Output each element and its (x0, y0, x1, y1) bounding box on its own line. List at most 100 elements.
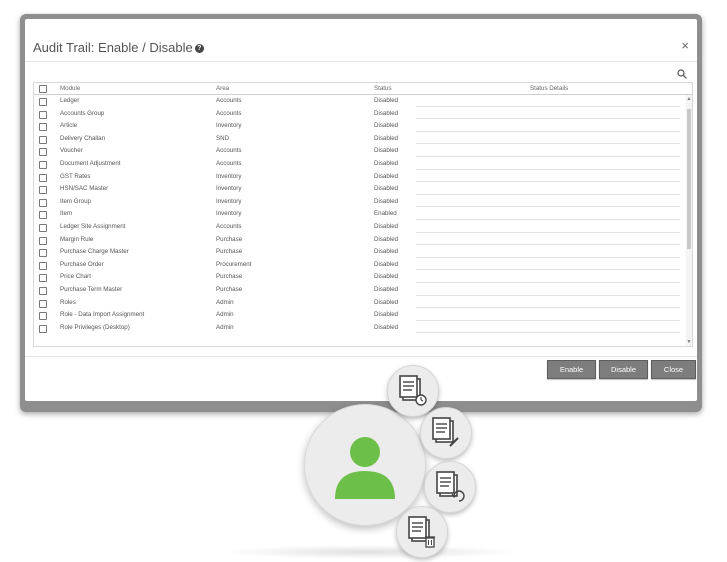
cell-module: Role - Data Import Assignment (60, 311, 145, 319)
close-button[interactable]: Close (651, 360, 696, 379)
cell-area: Inventory (216, 172, 242, 180)
cell-module: Role Privileges (Desktop) (60, 323, 130, 331)
cell-status-details (416, 281, 680, 283)
table-row[interactable]: Document Adjustment Accounts Disabled (34, 158, 692, 171)
dialog-title-bar: Audit Trail: Enable / Disable? × (25, 19, 697, 59)
table-row[interactable]: Purchase Charge Master Purchase Disabled (34, 246, 692, 259)
cell-area: Admin (216, 311, 234, 319)
cell-status-details (416, 206, 680, 208)
row-checkbox[interactable] (39, 98, 47, 106)
table-row[interactable]: Delivery Challan SND Disabled (34, 133, 692, 146)
table-row[interactable]: Purchase Term Master Purchase Disabled (34, 284, 692, 297)
cell-status-details (416, 193, 680, 195)
cell-area: Accounts (216, 159, 242, 167)
cell-status: Disabled (374, 273, 399, 281)
question-circle-icon[interactable]: ? (194, 44, 204, 53)
cell-status-details (416, 269, 680, 271)
cell-area: Accounts (216, 109, 242, 117)
footer-divider (25, 356, 697, 357)
table-row[interactable]: Article Inventory Disabled (34, 120, 692, 133)
cell-status: Disabled (374, 159, 399, 167)
cell-status: Disabled (374, 285, 399, 293)
cell-area: Inventory (216, 185, 242, 193)
cell-status-details (416, 231, 680, 233)
table-row[interactable]: Ledger Site Assignment Accounts Disabled (34, 221, 692, 234)
document-refresh-badge (424, 461, 476, 513)
cell-module: Delivery Challan (60, 134, 106, 142)
monitor-frame: Audit Trail: Enable / Disable? × Module … (20, 14, 702, 412)
table-row[interactable]: Accounts Group Accounts Disabled (34, 108, 692, 121)
cell-status-details (416, 130, 680, 132)
table-row[interactable]: GST Rates Inventory Disabled (34, 171, 692, 184)
cell-status: Enabled (374, 210, 397, 218)
row-checkbox[interactable] (39, 286, 47, 295)
cell-status-details (416, 218, 680, 220)
table-row[interactable]: Ledger Accounts Disabled (34, 95, 692, 108)
row-checkbox[interactable] (39, 198, 47, 207)
row-checkbox[interactable] (39, 236, 47, 245)
select-all-checkbox[interactable] (39, 85, 47, 93)
row-checkbox[interactable] (39, 160, 47, 169)
column-header-status[interactable]: Status (374, 83, 392, 94)
row-checkbox[interactable] (39, 324, 47, 333)
cell-module: Item (60, 210, 73, 218)
cell-module: Margin Rule (60, 235, 94, 243)
cell-module: Price Chart (60, 273, 91, 281)
enable-button[interactable]: Enable (547, 360, 596, 379)
grid-body: Ledger Accounts Disabled Accounts Group Acco… (34, 95, 692, 334)
table-row[interactable]: Voucher Accounts Disabled (34, 145, 692, 158)
cell-area: Accounts (216, 97, 242, 104)
scroll-thumb[interactable] (687, 109, 691, 249)
cell-module: Item Group (60, 197, 91, 205)
row-checkbox[interactable] (39, 186, 47, 195)
cell-module: Purchase Order (60, 260, 104, 268)
cell-module: Roles (60, 298, 76, 306)
table-row[interactable]: Purchase Order Procurement Disabled (34, 259, 692, 272)
cell-status: Disabled (374, 134, 399, 142)
close-icon[interactable]: × (681, 38, 689, 53)
row-checkbox[interactable] (39, 261, 47, 270)
cell-area: Admin (216, 298, 234, 306)
cell-module: Ledger (60, 97, 80, 104)
row-checkbox[interactable] (39, 223, 47, 232)
search-icon[interactable] (677, 69, 687, 79)
disable-button[interactable]: Disable (599, 360, 648, 379)
audit-module-grid: Module Area Status Status Details Ledger… (33, 82, 693, 347)
row-checkbox[interactable] (39, 299, 47, 308)
row-checkbox[interactable] (39, 211, 47, 220)
table-row[interactable]: Role Privileges (Desktop) Admin Disabled (34, 322, 692, 335)
scroll-up-arrow-icon[interactable]: ▲ (686, 96, 692, 102)
table-row[interactable]: Role - Data Import Assignment Admin Disabl… (34, 309, 692, 322)
row-checkbox[interactable] (39, 135, 47, 144)
audit-trail-dialog: Audit Trail: Enable / Disable? × Module … (25, 19, 697, 401)
row-checkbox[interactable] (39, 249, 47, 258)
table-row[interactable]: HSN/SAC Master Inventory Disabled (34, 183, 692, 196)
vertical-scrollbar[interactable]: ▲ ▼ (686, 95, 692, 346)
cell-status: Disabled (374, 323, 399, 331)
document-delete-icon (408, 516, 435, 548)
cell-status: Disabled (374, 298, 399, 306)
cell-status-details (416, 118, 680, 120)
cell-status-details (416, 181, 680, 183)
column-header-area[interactable]: Area (216, 83, 229, 94)
table-row[interactable]: Price Chart Purchase Disabled (34, 271, 692, 284)
row-checkbox[interactable] (39, 274, 47, 283)
cell-area: Inventory (216, 122, 242, 130)
cell-status: Disabled (374, 109, 399, 117)
row-checkbox[interactable] (39, 123, 47, 132)
cell-area: Purchase (216, 235, 243, 243)
column-header-module[interactable]: Module (60, 83, 80, 94)
cell-module: Voucher (60, 147, 83, 155)
column-header-status-details[interactable]: Status Details (530, 83, 568, 94)
table-row[interactable]: Roles Admin Disabled (34, 297, 692, 310)
scroll-down-arrow-icon[interactable]: ▼ (686, 339, 692, 345)
table-row[interactable]: Item Group Inventory Disabled (34, 196, 692, 209)
cell-status-details (416, 244, 680, 246)
cell-status-details (416, 294, 680, 296)
table-row[interactable]: Margin Rule Purchase Disabled (34, 234, 692, 247)
row-checkbox[interactable] (39, 148, 47, 157)
row-checkbox[interactable] (39, 173, 47, 182)
table-row[interactable]: Item Inventory Enabled (34, 208, 692, 221)
row-checkbox[interactable] (39, 312, 47, 321)
row-checkbox[interactable] (39, 110, 47, 119)
